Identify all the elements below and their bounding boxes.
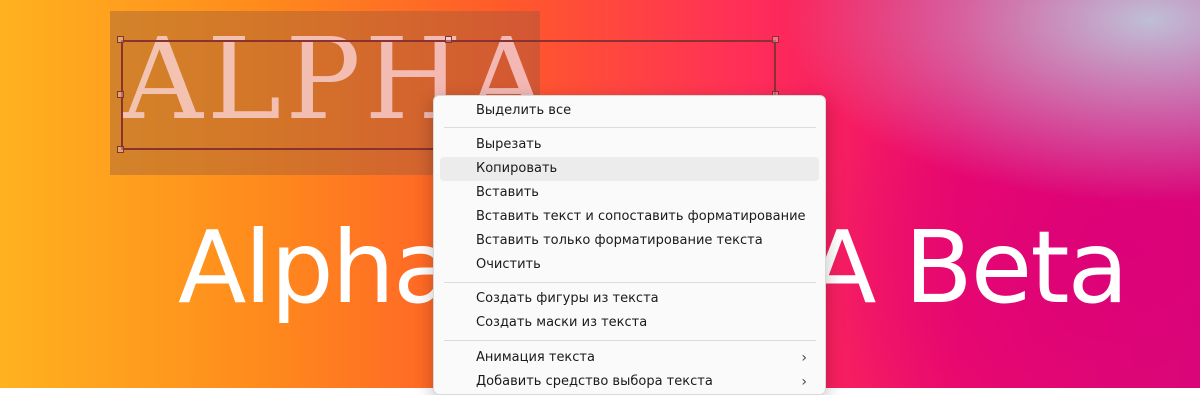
menu-item-label: Создать фигуры из текста (476, 291, 659, 306)
menu-separator (444, 282, 816, 283)
menu-item-clear[interactable]: Очистить (440, 253, 819, 277)
menu-item-label: Копировать (476, 161, 558, 176)
menu-separator (444, 127, 816, 128)
menu-item-create-masks-from-text[interactable]: Создать маски из текста (440, 311, 819, 335)
menu-item-label: Вставить (476, 185, 539, 200)
transform-handle-bottom-left[interactable] (117, 146, 124, 153)
menu-item-label: Очистить (476, 257, 541, 272)
menu-item-paste-formatting-only[interactable]: Вставить только форматирование текста (440, 229, 819, 253)
menu-separator (444, 340, 816, 341)
menu-item-label: Создать маски из текста (476, 315, 648, 330)
menu-item-add-text-selector[interactable]: Добавить средство выбора текста › (440, 370, 819, 394)
menu-item-label: Анимация текста (476, 350, 595, 365)
menu-item-label: Вставить только форматирование текста (476, 233, 763, 248)
menu-item-select-all[interactable]: Выделить все (440, 99, 819, 123)
menu-item-label: Добавить средство выбора текста (476, 374, 713, 389)
menu-item-paste-match-formatting[interactable]: Вставить текст и сопоставить форматирова… (440, 205, 819, 229)
menu-item-label: Вырезать (476, 137, 542, 152)
menu-item-label: Вставить текст и сопоставить форматирова… (476, 209, 806, 224)
menu-item-copy[interactable]: Копировать (440, 157, 819, 181)
transform-handle-middle-left[interactable] (117, 91, 124, 98)
menu-item-cut[interactable]: Вырезать (440, 133, 819, 157)
transform-handle-top-left[interactable] (117, 36, 124, 43)
menu-item-create-shapes-from-text[interactable]: Создать фигуры из текста (440, 287, 819, 311)
chevron-right-icon: › (801, 350, 807, 366)
menu-item-label: Выделить все (476, 103, 572, 118)
menu-item-paste[interactable]: Вставить (440, 181, 819, 205)
chevron-right-icon: › (801, 374, 807, 390)
transform-handle-top-right[interactable] (772, 36, 779, 43)
context-menu: Выделить все Вырезать Копировать Вставит… (433, 95, 826, 395)
transform-handle-top-middle[interactable] (445, 36, 452, 43)
alpha-text-layer[interactable]: Alpha (178, 218, 454, 318)
beta-text-layer[interactable]: A Beta (808, 218, 1129, 318)
menu-item-animate-text[interactable]: Анимация текста › (440, 346, 819, 370)
